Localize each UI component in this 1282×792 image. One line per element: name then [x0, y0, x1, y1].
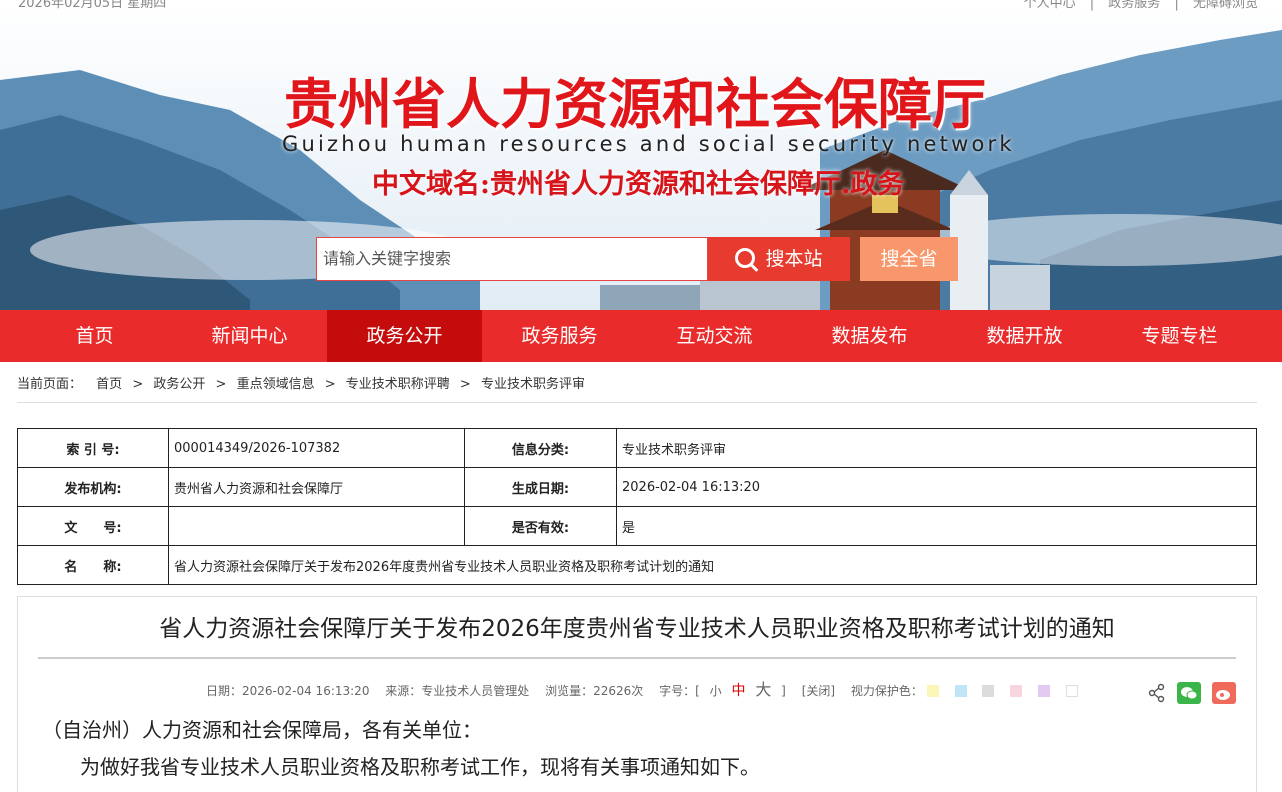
valid-value: 是	[616, 506, 1257, 546]
site-subtitle: Guizhou human resources and social secur…	[282, 132, 1015, 156]
name-value: 省人力资源社会保障厅关于发布2026年度贵州省专业技术人员职业资格及职称考试计划…	[168, 545, 1257, 585]
date-value: 2026-02-04 16:13:20	[616, 467, 1257, 507]
eye-color-swatch-gray[interactable]	[982, 685, 995, 697]
nav-item-gov-service[interactable]: 政务服务	[482, 310, 637, 362]
eye-color-swatch-blue[interactable]	[954, 685, 967, 697]
valid-label: 是否有效:	[464, 506, 617, 546]
eye-color-swatch-white[interactable]	[1065, 685, 1078, 697]
table-row: 索 引 号: 000014349/2026-107382 信息分类: 专业技术职…	[17, 428, 1257, 468]
link-separator: |	[1089, 0, 1095, 11]
table-row: 文 号: 是否有效: 是	[17, 506, 1257, 546]
eye-protection-label: 视力保护色：	[850, 684, 923, 698]
eye-color-swatch-yellow[interactable]	[926, 685, 939, 697]
breadcrumb-separator: >	[215, 377, 227, 392]
category-value: 专业技术职务评审	[616, 428, 1257, 468]
breadcrumb-separator: >	[324, 377, 336, 392]
breadcrumb-label: 当前页面：	[17, 377, 83, 392]
top-links: 个人中心 | 政务服务 | 无障碍浏览	[1014, 0, 1258, 11]
nav-item-open-data[interactable]: 数据开放	[947, 310, 1102, 362]
breadcrumb-separator: >	[132, 377, 144, 392]
date-label: 生成日期:	[464, 467, 617, 507]
search-input[interactable]: 请输入关键字搜索	[316, 237, 708, 281]
site-title: 贵州省人力资源和社会保障厅	[284, 72, 986, 136]
article-paragraph: 为做好我省专业技术人员职业资格及职称考试工作，现将有关事项通知如下。	[80, 755, 760, 779]
nav-item-home[interactable]: 首页	[17, 310, 172, 362]
nav-item-data-release[interactable]: 数据发布	[792, 310, 947, 362]
breadcrumb: 当前页面： 首页 > 政务公开 > 重点领域信息 > 专业技术职称评聘 > 专业…	[17, 373, 1257, 403]
breadcrumb-key-areas[interactable]: 重点领域信息	[237, 377, 315, 392]
share-bar	[1142, 682, 1236, 704]
table-row: 名 称: 省人力资源社会保障厅关于发布2026年度贵州省专业技术人员职业资格及职…	[17, 545, 1257, 585]
nav-item-interaction[interactable]: 互动交流	[637, 310, 792, 362]
site-domain: 中文域名:贵州省人力资源和社会保障厅.政务	[372, 169, 905, 200]
accessibility-link[interactable]: 无障碍浏览	[1193, 0, 1258, 11]
eye-color-swatch-purple[interactable]	[1038, 685, 1051, 697]
breadcrumb-title-review[interactable]: 专业技术职务评审	[481, 377, 585, 392]
search-site-label: 搜本站	[765, 248, 823, 270]
search-icon	[735, 248, 756, 268]
breadcrumb-title-appraisal[interactable]: 专业技术职称评聘	[346, 377, 450, 392]
main-nav: 首页 新闻中心 政务公开 政务服务 互动交流 数据发布 数据开放 专题专栏	[0, 310, 1282, 362]
search-site-button[interactable]: 搜本站	[708, 237, 850, 281]
breadcrumb-gov-public[interactable]: 政务公开	[153, 377, 205, 392]
article-paragraph: （自治州）人力资源和社会保障局，各有关单位：	[42, 718, 482, 742]
search-province-button[interactable]: 搜全省	[860, 237, 958, 281]
personal-center-link[interactable]: 个人中心	[1024, 0, 1076, 11]
table-row: 发布机构: 贵州省人力资源和社会保障厅 生成日期: 2026-02-04 16:…	[17, 467, 1257, 507]
article: 省人力资源社会保障厅关于发布2026年度贵州省专业技术人员职业资格及职称考试计划…	[17, 596, 1257, 792]
wechat-icon[interactable]	[1176, 682, 1201, 704]
close-page-button[interactable]: [关闭]	[802, 684, 835, 698]
index-label: 索 引 号:	[17, 428, 169, 468]
nav-item-topics[interactable]: 专题专栏	[1102, 310, 1257, 362]
font-size-label: 字号：[	[659, 684, 700, 698]
name-label: 名 称:	[17, 545, 169, 585]
publisher-value: 贵州省人力资源和社会保障厅	[168, 467, 465, 507]
category-label: 信息分类:	[464, 428, 617, 468]
publisher-label: 发布机构:	[17, 467, 169, 507]
font-size-large[interactable]: 大	[755, 680, 771, 699]
index-value: 000014349/2026-107382	[168, 428, 465, 468]
breadcrumb-separator: >	[459, 377, 471, 392]
weibo-icon[interactable]	[1212, 682, 1236, 704]
eye-color-swatch-pink[interactable]	[1010, 685, 1023, 697]
article-title: 省人力资源社会保障厅关于发布2026年度贵州省专业技术人员职业资格及职称考试计划…	[159, 616, 1115, 642]
nav-item-news[interactable]: 新闻中心	[172, 310, 327, 362]
font-size-close-bracket: ]	[781, 684, 786, 698]
link-separator: |	[1174, 0, 1179, 11]
share-icon[interactable]	[1148, 682, 1166, 704]
title-divider	[38, 657, 1236, 659]
font-size-small[interactable]: 小	[710, 684, 722, 698]
meta-source: 来源：专业技术人员管理处	[385, 684, 530, 698]
gov-service-link[interactable]: 政务服务	[1108, 0, 1160, 11]
nav-item-gov-public[interactable]: 政务公开	[327, 310, 482, 362]
docno-value	[168, 506, 465, 546]
top-utility-bar: 2026年02月05日 星期四 个人中心 | 政务服务 | 无障碍浏览	[0, 0, 1282, 11]
document-info-table: 索 引 号: 000014349/2026-107382 信息分类: 专业技术职…	[17, 428, 1257, 585]
font-size-medium[interactable]: 中	[732, 683, 746, 699]
meta-date: 日期：2026-02-04 16:13:20	[206, 684, 370, 698]
breadcrumb-home[interactable]: 首页	[96, 377, 122, 392]
meta-views: 浏览量：22626次	[545, 684, 644, 698]
article-meta: 日期：2026-02-04 16:13:20 来源：专业技术人员管理处 浏览量：…	[206, 676, 1090, 700]
docno-label: 文 号:	[17, 506, 169, 546]
header-banner: 2026年02月05日 星期四 个人中心 | 政务服务 | 无障碍浏览 贵州省人…	[0, 0, 1282, 310]
current-date: 2026年02月05日 星期四	[18, 0, 167, 11]
